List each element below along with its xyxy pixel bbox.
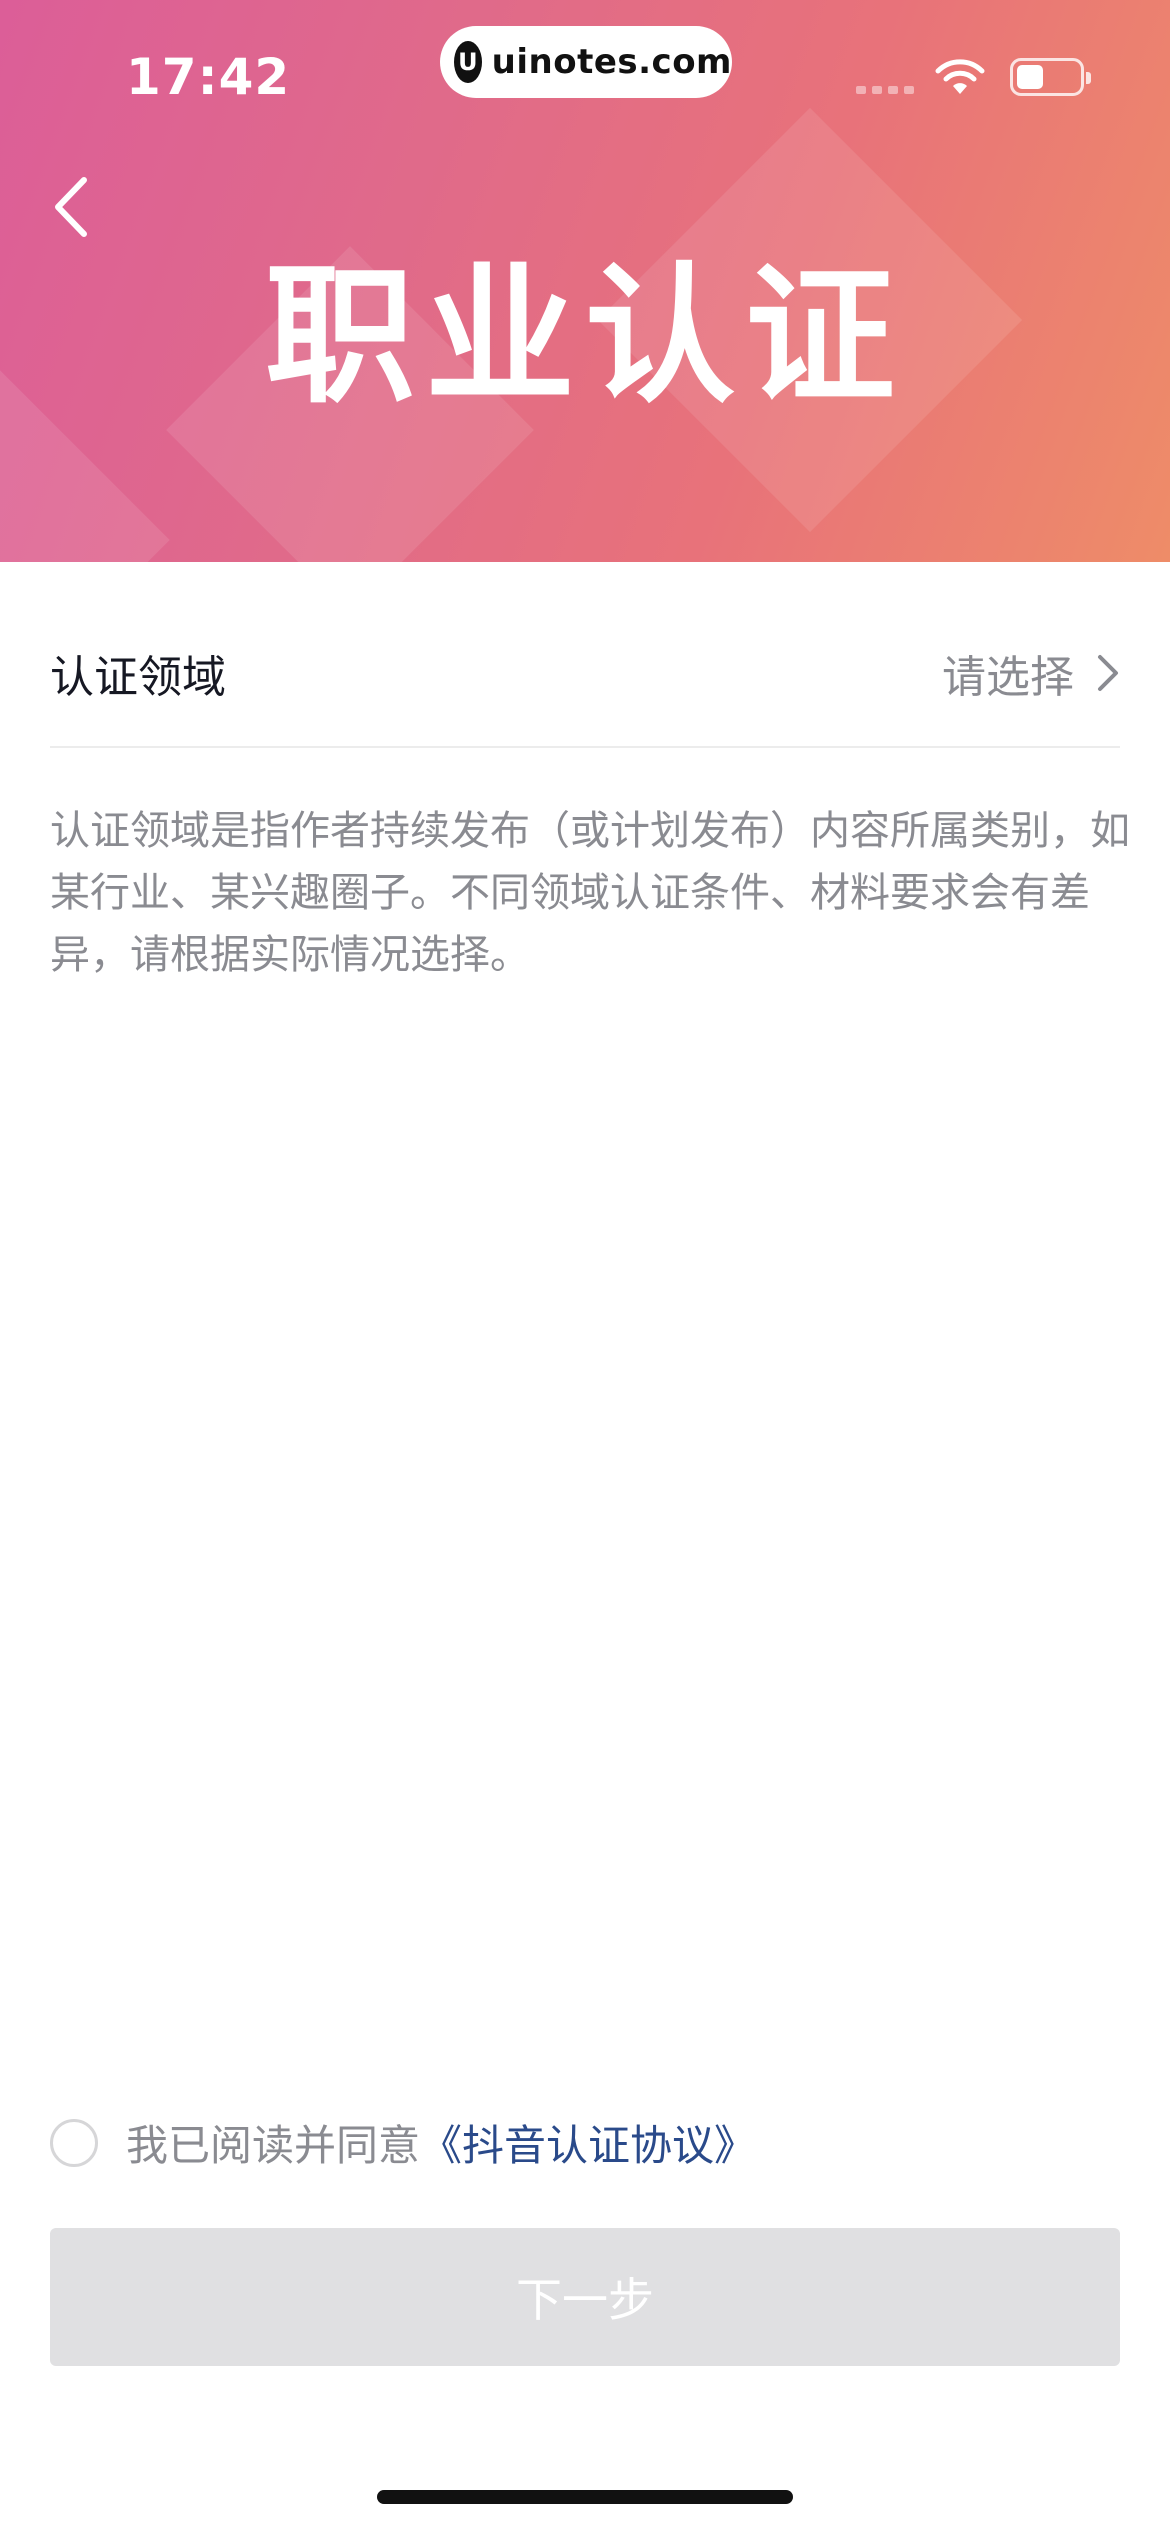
chevron-right-icon [1098, 655, 1118, 691]
agreement-checkbox[interactable] [50, 2118, 98, 2167]
agreement-row: 我已阅读并同意 《抖音认证协议》 [50, 2112, 756, 2173]
page-title: 职业认证 [264, 250, 905, 424]
battery-icon [1010, 58, 1091, 96]
wifi-icon [935, 59, 985, 94]
url-pill: U uinotes.com [440, 26, 732, 98]
agreement-link[interactable]: 《抖音认证协议》 [420, 2112, 756, 2173]
field-placeholder: 请选择 [942, 652, 1074, 703]
site-logo-icon: U [454, 41, 482, 83]
cellular-signal-icon [856, 86, 914, 94]
next-button[interactable]: 下一步 [50, 2228, 1120, 2366]
field-selector[interactable]: 请选择 [942, 641, 1120, 705]
status-time: 17:42 [126, 48, 291, 106]
field-description: 认证领域是指作者持续发布（或计划发布）内容所属类别，如某行业、某兴趣圈子。不同领… [50, 808, 1130, 978]
home-indicator [377, 2490, 793, 2504]
field-select-row[interactable]: 认证领域 请选择 [50, 600, 1120, 748]
field-label: 认证领域 [50, 652, 226, 703]
agreement-text: 我已阅读并同意 [126, 2121, 421, 2170]
header-banner: 17:42 U uinotes.com 职业认证 [0, 0, 1170, 562]
chevron-left-icon[interactable] [44, 172, 104, 242]
url-text: uinotes.com [491, 42, 732, 82]
